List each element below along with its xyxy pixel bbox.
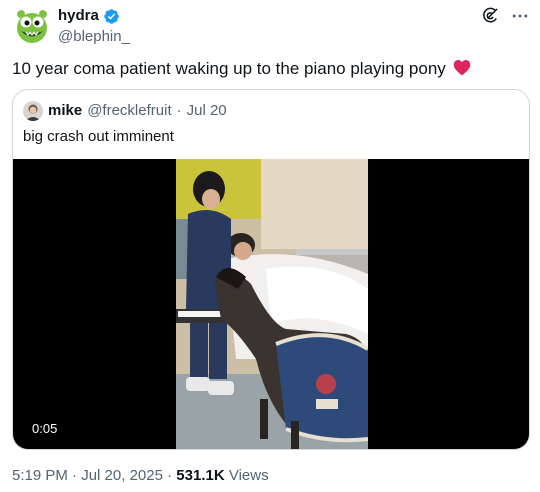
tweet-meta: 5:19 PM · Jul 20, 2025 · 531.1K Views [12,466,269,486]
quote-separator: · [176,102,182,119]
more-options-icon[interactable] [510,6,530,26]
meta-separator: · [72,467,78,484]
tweet-date[interactable]: Jul 20, 2025 [81,467,163,484]
tweet-card: hydra @blephin_ 10 year coma patient wak… [0,0,540,492]
om-nom-avatar-icon [12,6,52,46]
red-heart-icon [453,59,471,76]
top-actions [480,6,530,26]
video-player[interactable]: 0:05 [13,159,529,449]
quote-text: big crash out imminent [23,128,174,145]
tweet-time[interactable]: 5:19 PM [12,467,68,484]
video-frame [176,159,368,449]
quote-author-avatar[interactable] [23,101,43,121]
quoted-tweet[interactable]: mike @frecklefruit · Jul 20 big crash ou… [12,89,530,450]
tweet-text-content: 10 year coma patient waking up to the pi… [12,59,446,78]
verified-badge-icon [103,8,120,25]
author-display-name[interactable]: hydra [58,7,99,25]
views-label: Views [228,467,269,484]
grok-icon[interactable] [480,6,500,26]
author-handle[interactable]: @blephin_ [58,28,130,46]
author-avatar[interactable] [12,6,52,46]
quote-header: mike @frecklefruit · Jul 20 [23,101,227,121]
quote-display-name[interactable]: mike [48,102,82,120]
tweet-text: 10 year coma patient waking up to the pi… [12,58,471,80]
meta-separator: · [167,467,173,484]
video-timestamp: 0:05 [32,421,58,436]
video-thumbnail-image [176,159,368,449]
person-avatar-icon [23,101,43,121]
views-count[interactable]: 531.1K [176,467,224,484]
quote-handle[interactable]: @frecklefruit [87,102,171,120]
author-info: hydra @blephin_ [58,7,130,46]
quote-date[interactable]: Jul 20 [187,102,227,120]
